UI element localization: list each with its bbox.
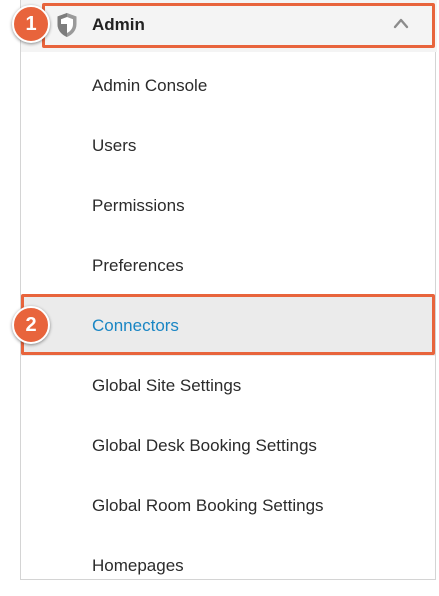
- menu-item-global-desk-booking-settings[interactable]: Global Desk Booking Settings: [21, 416, 435, 476]
- step-1-badge: 1: [12, 5, 50, 43]
- menu-item-homepages[interactable]: Homepages: [21, 536, 435, 596]
- admin-section-header[interactable]: [21, 0, 437, 52]
- menu-item-admin-console[interactable]: Admin Console: [21, 56, 435, 116]
- admin-section-label: Admin: [92, 15, 145, 34]
- menu-item-label: Permissions: [92, 196, 185, 215]
- shield-icon: [57, 13, 77, 37]
- menu-item-label: Users: [92, 136, 137, 155]
- chevron-up-icon[interactable]: [393, 17, 409, 29]
- menu-item-permissions[interactable]: Permissions: [21, 176, 435, 236]
- menu-item-label: Connectors: [92, 316, 179, 335]
- menu-item-preferences[interactable]: Preferences: [21, 236, 435, 296]
- menu-item-connectors[interactable]: Connectors: [21, 296, 435, 356]
- menu-item-label: Global Desk Booking Settings: [92, 436, 317, 455]
- menu-item-label: Admin Console: [92, 76, 208, 95]
- menu-item-label: Preferences: [92, 256, 184, 275]
- menu-item-label: Global Room Booking Settings: [92, 496, 324, 515]
- menu-item-users[interactable]: Users: [21, 116, 435, 176]
- step-2-badge: 2: [12, 306, 50, 344]
- menu-item-label: Homepages: [92, 556, 184, 575]
- menu-item-global-site-settings[interactable]: Global Site Settings: [21, 356, 435, 416]
- menu-item-label: Global Site Settings: [92, 376, 242, 395]
- menu-item-global-room-booking-settings[interactable]: Global Room Booking Settings: [21, 476, 435, 536]
